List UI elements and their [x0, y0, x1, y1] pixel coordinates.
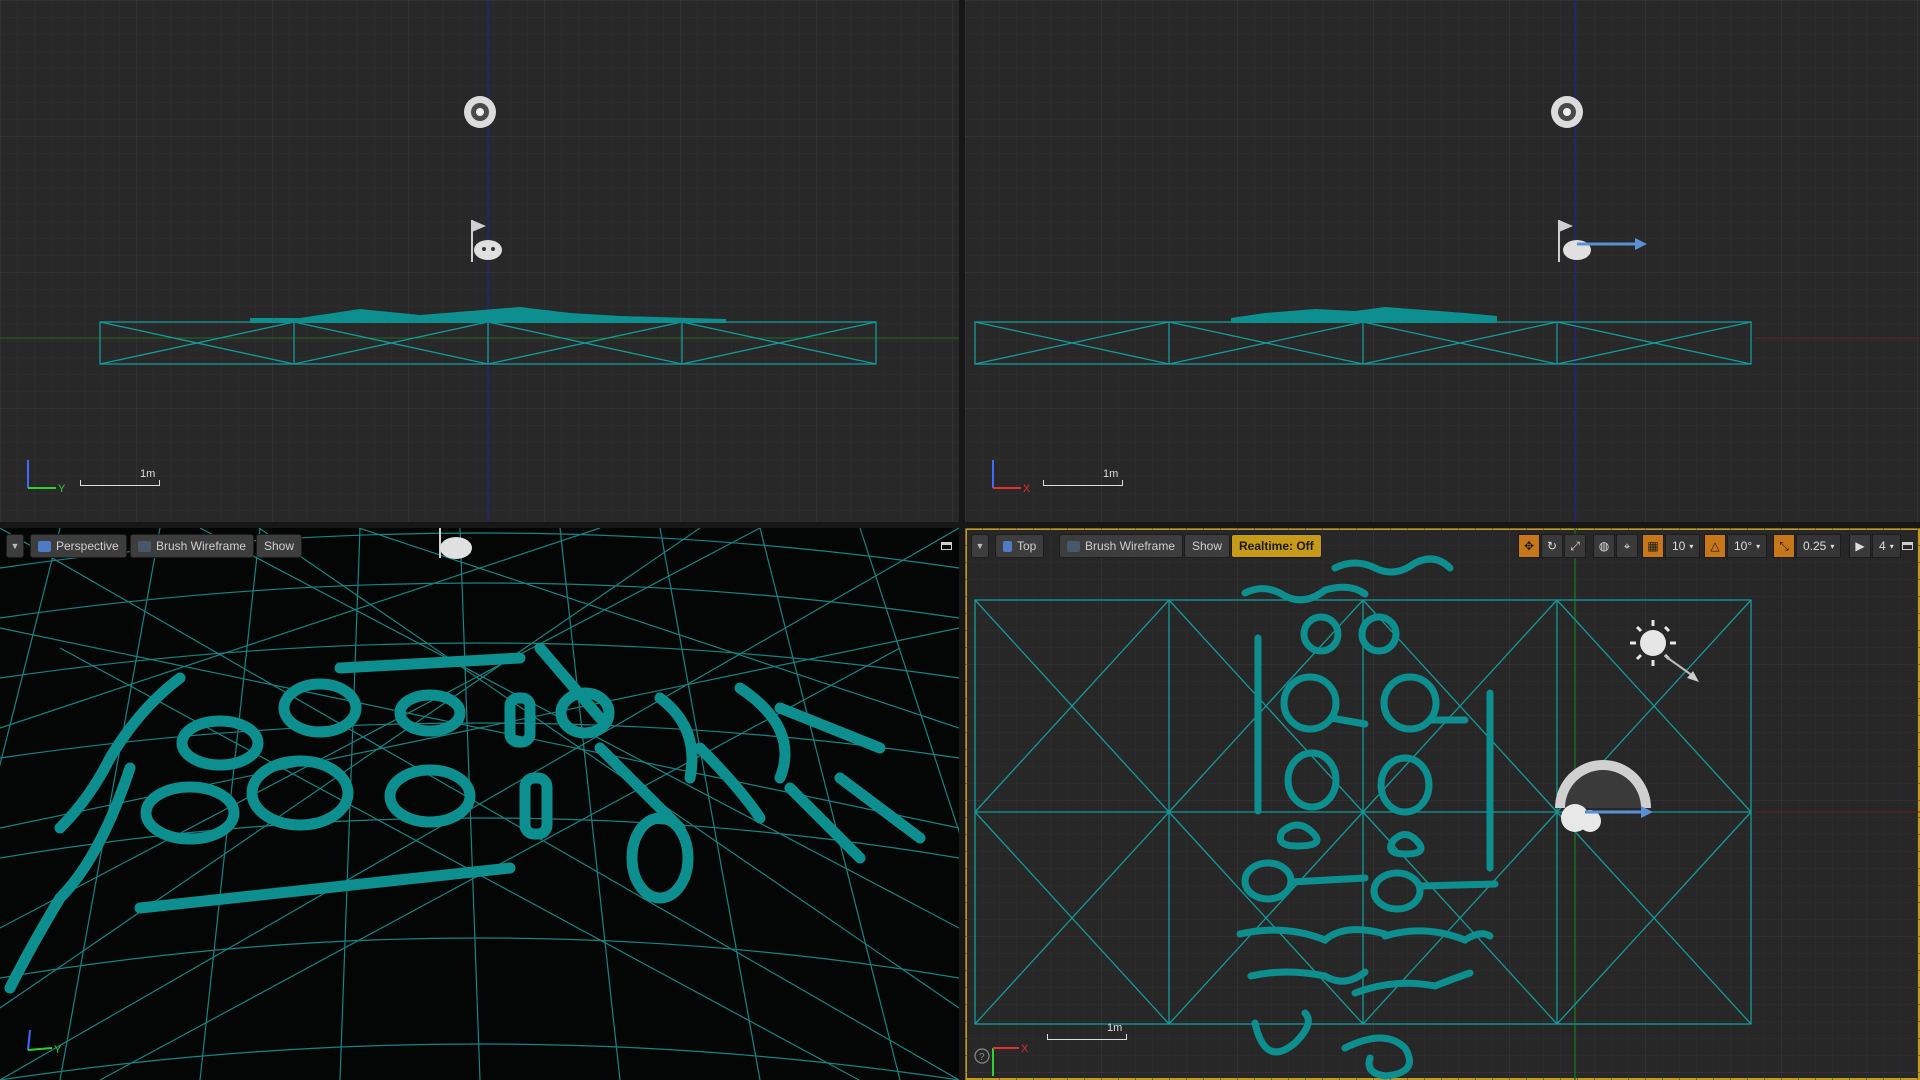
rotation-snap-group: △ 10° ▾	[1704, 534, 1768, 558]
camera-speed-icon[interactable]: ▶	[1849, 534, 1871, 558]
realtime-toggle-button[interactable]: Realtime: Off	[1231, 534, 1322, 558]
top-toolbar: ▼ Top Brush Wireframe Show Realtime: Off…	[971, 534, 1914, 560]
transform-tools: ✥ ↻ ⤢	[1518, 534, 1586, 558]
svg-text:X: X	[1021, 1043, 1029, 1055]
reflection-capture-icon[interactable]	[1551, 96, 1583, 128]
scale-snap-value[interactable]: 0.25 ▾	[1796, 534, 1842, 558]
scale-snap-icon[interactable]: ⤡	[1773, 534, 1795, 558]
view-mode-button[interactable]: Perspective	[30, 534, 127, 558]
show-button[interactable]: Show	[1184, 534, 1231, 558]
axis-gizmo: Y	[27, 1029, 62, 1056]
svg-text:Y: Y	[54, 1044, 62, 1056]
grid-snap-group: ▦ 10 ▾	[1642, 534, 1701, 558]
front-scene: Y	[0, 0, 959, 522]
render-mode-button[interactable]: Brush Wireframe	[130, 534, 255, 558]
scale-icon[interactable]: ⤢	[1564, 534, 1586, 558]
scale-bar: 1m	[1043, 468, 1123, 486]
coordinate-tools: ◍ ⌖	[1593, 534, 1638, 558]
grid-snap-icon[interactable]: ▦	[1642, 534, 1664, 558]
reflection-capture-icon[interactable]	[464, 96, 496, 128]
viewport-options-dropdown[interactable]: ▼	[971, 534, 989, 558]
side-scene: X	[965, 0, 1920, 522]
viewport-perspective[interactable]: Y ▼ Perspective Brush Wireframe Show	[0, 528, 959, 1080]
perspective-icon	[38, 540, 51, 552]
translate-icon[interactable]: ✥	[1518, 534, 1540, 558]
top-scene: X ?	[965, 528, 1920, 1080]
rotate-icon[interactable]: ↻	[1541, 534, 1563, 558]
viewport-top[interactable]: X ? 1m ▼ Top Brush Wireframe Show Realti…	[965, 528, 1920, 1080]
camera-speed-group: ▶ 4 ▾	[1849, 534, 1901, 558]
viewport-side[interactable]: X 1m	[965, 0, 1920, 522]
surface-snap-icon[interactable]: ⌖	[1616, 534, 1638, 558]
rotation-snap-value[interactable]: 10° ▾	[1727, 534, 1768, 558]
svg-text:?: ?	[979, 1052, 985, 1063]
perspective-toolbar: ▼ Perspective Brush Wireframe Show	[6, 534, 953, 560]
perspective-scene: Y	[0, 528, 959, 1080]
top-view-icon	[1003, 540, 1012, 552]
world-space-icon[interactable]: ◍	[1593, 534, 1615, 558]
viewport-options-dropdown[interactable]: ▼	[6, 534, 24, 558]
scale-snap-group: ⤡ 0.25 ▾	[1773, 534, 1842, 558]
render-mode-button[interactable]: Brush Wireframe	[1059, 534, 1184, 558]
chevron-down-icon: ▼	[10, 541, 20, 551]
scale-bar: 1m	[1047, 1022, 1127, 1040]
view-mode-button[interactable]: Top	[995, 534, 1045, 558]
show-button[interactable]: Show	[256, 534, 303, 558]
svg-text:X: X	[1023, 483, 1031, 495]
scale-bar: 1m	[80, 468, 160, 486]
wireframe-icon	[138, 540, 151, 552]
chevron-down-icon: ▼	[975, 541, 985, 551]
svg-text:Y: Y	[58, 483, 66, 495]
grid-snap-value[interactable]: 10 ▾	[1665, 534, 1701, 558]
wireframe-icon	[1067, 540, 1080, 552]
rotation-snap-icon[interactable]: △	[1704, 534, 1726, 558]
camera-speed-value[interactable]: 4 ▾	[1872, 534, 1901, 558]
viewport-front[interactable]: Y 1m	[0, 0, 959, 522]
maximize-icon[interactable]	[941, 542, 952, 550]
maximize-icon[interactable]	[1902, 542, 1913, 550]
